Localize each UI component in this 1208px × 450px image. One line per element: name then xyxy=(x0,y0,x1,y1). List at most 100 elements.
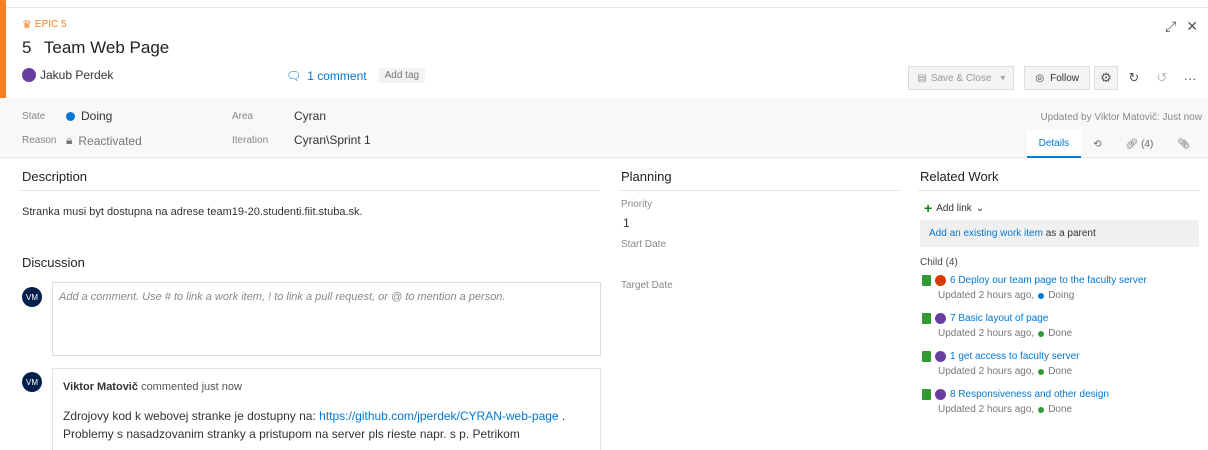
tab-links[interactable]: 🔗︎ (4) xyxy=(1114,130,1166,158)
reason-value: 🔒︎ Reactivated xyxy=(66,133,142,148)
refresh-icon[interactable]: ↻ xyxy=(1122,66,1146,90)
work-item-id: 5 xyxy=(22,38,32,57)
description-text[interactable]: Stranka musi byt dostupna na adrese team… xyxy=(22,206,363,218)
comment-body: Zdrojovy kod k webovej stranke je dostup… xyxy=(63,407,590,443)
close-icon[interactable]: ✕ xyxy=(1186,18,1198,35)
comments-link[interactable]: 🗨 1 comment Add tag xyxy=(286,68,426,83)
trophy-icon xyxy=(922,389,931,400)
reason-label: Reason xyxy=(22,135,57,146)
comment-header: Viktor Matovič commented just now xyxy=(63,381,590,393)
toolbar: ▤ Save & Close ▾ ◎ Follow ⚙ ↻ ↺ ··· xyxy=(908,66,1202,90)
child-title[interactable]: 8 Responsiveness and other design xyxy=(950,389,1109,400)
area-label: Area xyxy=(232,110,254,122)
history-icon: ⟲ xyxy=(1093,138,1102,150)
priority-label: Priority xyxy=(621,199,653,210)
discussion-title: Discussion xyxy=(22,255,85,270)
reason-text: Reactivated xyxy=(78,133,142,148)
iteration-label: Iteration xyxy=(232,134,269,146)
iteration-field[interactable]: Iteration Cyran\Sprint 1 xyxy=(232,133,371,147)
expand-icon[interactable]: ⤢ xyxy=(1165,18,1176,35)
child-title[interactable]: 6 Deploy our team page to the faculty se… xyxy=(950,275,1147,286)
list-item[interactable]: 8 Responsiveness and other design Update… xyxy=(922,389,1202,415)
avatar xyxy=(22,68,36,82)
tab-attachments[interactable]: 📎︎ xyxy=(1165,130,1202,158)
follow-button[interactable]: ◎ Follow xyxy=(1024,66,1090,90)
plus-icon: + xyxy=(924,200,933,216)
child-header: Child (4) xyxy=(920,257,958,268)
existing-work-item-box: Add an existing work item as a parent xyxy=(920,220,1199,247)
area-field[interactable]: Area Cyran xyxy=(232,109,326,123)
tab-history[interactable]: ⟲ xyxy=(1081,130,1113,158)
more-icon[interactable]: ··· xyxy=(1178,66,1202,90)
work-item-title[interactable]: Team Web Page xyxy=(44,38,169,57)
work-item-type: ♛ EPIC 5 xyxy=(22,18,67,31)
area-value[interactable]: Cyran xyxy=(294,109,326,123)
priority-value[interactable]: 1 xyxy=(623,216,630,230)
divider xyxy=(619,190,901,191)
child-status: Done xyxy=(1048,404,1073,415)
status-dot-icon xyxy=(1038,330,1045,337)
add-existing-link[interactable]: Add an existing work item xyxy=(929,228,1043,239)
page-title[interactable]: 5 Team Web Page xyxy=(22,38,169,58)
comment-meta: commented just now xyxy=(141,381,242,393)
tab-details[interactable]: Details xyxy=(1026,130,1082,158)
avatar xyxy=(935,313,946,324)
chevron-down-icon: ⌄ xyxy=(975,202,985,214)
attachment-icon: 📎︎ xyxy=(1177,138,1190,150)
updated-by-text[interactable]: Updated by Viktor Matovič: Just now xyxy=(1040,112,1202,123)
avatar: VM xyxy=(22,287,42,307)
list-item[interactable]: 1 get access to faculty server Updated 2… xyxy=(922,351,1202,377)
save-close-button[interactable]: ▤ Save & Close ▾ xyxy=(908,66,1015,90)
status-dot-icon xyxy=(1038,292,1045,299)
comments-count[interactable]: 1 comment xyxy=(307,69,366,83)
avatar: VM xyxy=(22,372,42,392)
comment: Viktor Matovič commented just now Zdrojo… xyxy=(52,368,601,450)
existing-suffix: as a parent xyxy=(1042,228,1096,239)
add-tag-button[interactable]: Add tag xyxy=(378,68,426,83)
repo-link[interactable]: https://github.com/jperdek/CYRAN-web-pag… xyxy=(319,409,558,423)
trophy-icon xyxy=(922,275,931,286)
follow-label: Follow xyxy=(1050,72,1079,84)
save-icon: ▤ xyxy=(917,72,927,84)
child-updated: Updated 2 hours ago, xyxy=(938,366,1035,377)
links-count: (4) xyxy=(1141,138,1154,150)
reason-field[interactable]: Reason 🔒︎ Reactivated xyxy=(22,133,142,148)
undo-icon[interactable]: ↺ xyxy=(1150,66,1174,90)
related-work-title: Related Work xyxy=(920,169,999,184)
state-value[interactable]: Doing xyxy=(66,109,112,123)
child-title[interactable]: 1 get access to faculty server xyxy=(950,351,1080,362)
comment-icon: 🗨 xyxy=(286,68,302,83)
trophy-icon xyxy=(922,351,931,362)
divider xyxy=(20,190,600,191)
child-updated: Updated 2 hours ago, xyxy=(938,328,1035,339)
child-updated: Updated 2 hours ago, xyxy=(938,404,1035,415)
divider xyxy=(918,190,1200,191)
avatar xyxy=(935,351,946,362)
add-link-button[interactable]: + Add link ⌄ xyxy=(924,200,984,216)
list-item[interactable]: 7 Basic layout of page Updated 2 hours a… xyxy=(922,313,1202,339)
child-status: Done xyxy=(1048,366,1073,377)
state-text: Doing xyxy=(81,109,113,123)
top-strip xyxy=(0,0,1208,8)
child-title[interactable]: 7 Basic layout of page xyxy=(950,313,1048,324)
comment-text-line2: Problemy s nasadzovanim stranky a pristu… xyxy=(63,427,520,441)
status-dot-icon xyxy=(1038,406,1045,413)
list-item[interactable]: 6 Deploy our team page to the faculty se… xyxy=(922,275,1202,301)
status-dot-icon xyxy=(66,111,75,121)
window-controls: ⤢ ✕ xyxy=(1165,18,1198,35)
state-field[interactable]: State Doing xyxy=(22,109,112,123)
comment-input[interactable]: Add a comment. Use # to link a work item… xyxy=(52,282,601,356)
assignee-field[interactable]: Jakub Perdek xyxy=(22,68,113,82)
fields-panel: State Doing Reason 🔒︎ Reactivated Area C… xyxy=(0,98,1208,158)
lock-icon: 🔒︎ xyxy=(66,133,73,147)
child-status: Doing xyxy=(1048,290,1075,301)
iteration-value[interactable]: Cyran\Sprint 1 xyxy=(294,133,371,147)
eye-icon: ◎ xyxy=(1035,72,1045,84)
link-icon: 🔗︎ xyxy=(1125,138,1139,150)
target-date-label: Target Date xyxy=(621,280,673,291)
gear-icon[interactable]: ⚙ xyxy=(1094,66,1118,90)
chevron-down-icon[interactable]: ▾ xyxy=(1000,73,1005,84)
work-item-header: ♛ EPIC 5 5 Team Web Page ⤢ ✕ Jakub Perde… xyxy=(6,8,1208,98)
trophy-icon xyxy=(922,313,931,324)
status-dot-icon xyxy=(1038,368,1045,375)
